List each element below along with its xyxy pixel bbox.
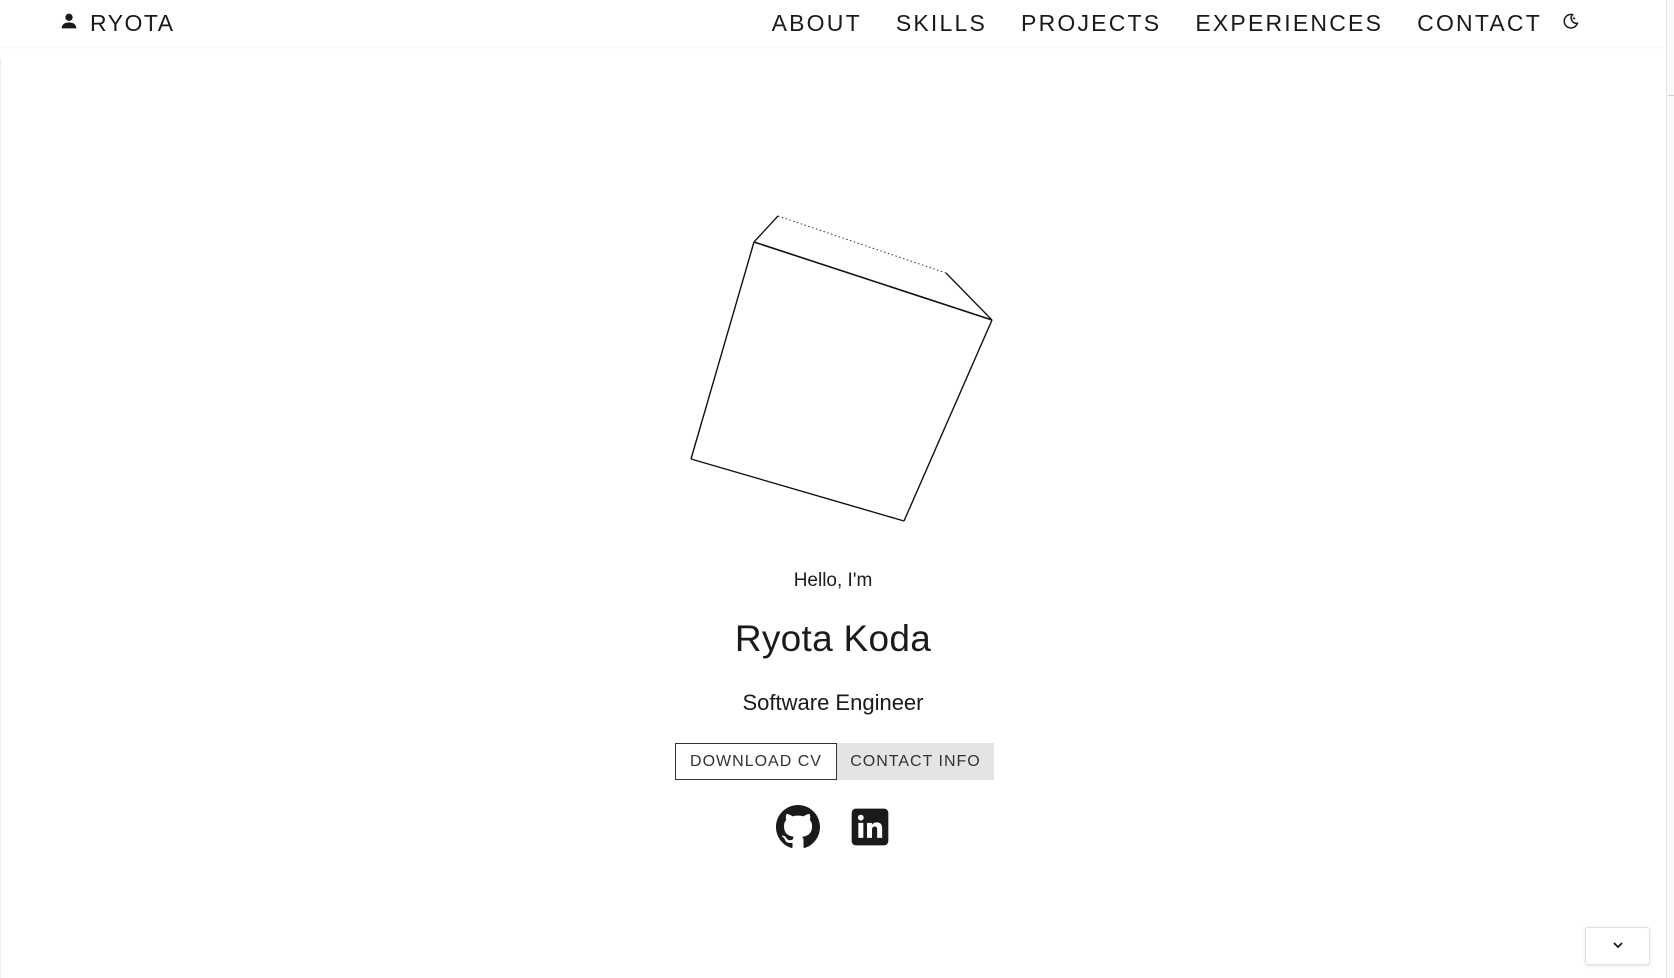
hero-greeting: Hello, I'm (793, 570, 873, 591)
brand-link[interactable]: RYOTA (58, 6, 175, 40)
hero-role: Software Engineer (742, 690, 924, 715)
moon-icon (1562, 12, 1580, 35)
scrollbar-track[interactable] (1666, 0, 1674, 978)
portfolio-page: RYOTA ABOUT SKILLS PROJECTS EXPERIENCES … (0, 0, 1674, 978)
linkedin-icon (850, 807, 890, 852)
github-icon (776, 804, 820, 854)
chevron-down-icon (1611, 937, 1625, 955)
nav-link-about[interactable]: ABOUT (772, 10, 862, 37)
wireframe-cube (690, 215, 993, 522)
brand-label: RYOTA (90, 9, 175, 36)
nav-link-projects[interactable]: PROJECTS (1021, 10, 1161, 37)
scrollbar-thumb[interactable] (1668, 95, 1674, 96)
contact-info-button[interactable]: CONTACT INFO (837, 743, 994, 780)
nav-link-skills[interactable]: SKILLS (896, 10, 987, 37)
top-navbar: RYOTA ABOUT SKILLS PROJECTS EXPERIENCES … (0, 0, 1666, 46)
hero-name: Ryota Koda (734, 618, 932, 659)
page-left-border (0, 58, 1, 978)
download-cv-button[interactable]: DOWNLOAD CV (675, 743, 837, 780)
person-icon (58, 10, 80, 37)
scroll-down-button[interactable] (1585, 927, 1650, 965)
nav-link-contact[interactable]: CONTACT (1417, 10, 1542, 37)
github-link[interactable] (776, 804, 820, 854)
hero-buttons: DOWNLOAD CV CONTACT INFO (675, 743, 994, 780)
linkedin-link[interactable] (848, 807, 892, 851)
theme-toggle-button[interactable] (1560, 12, 1582, 34)
nav-link-experiences[interactable]: EXPERIENCES (1195, 10, 1383, 37)
nav-menu: ABOUT SKILLS PROJECTS EXPERIENCES CONTAC… (772, 6, 1542, 40)
